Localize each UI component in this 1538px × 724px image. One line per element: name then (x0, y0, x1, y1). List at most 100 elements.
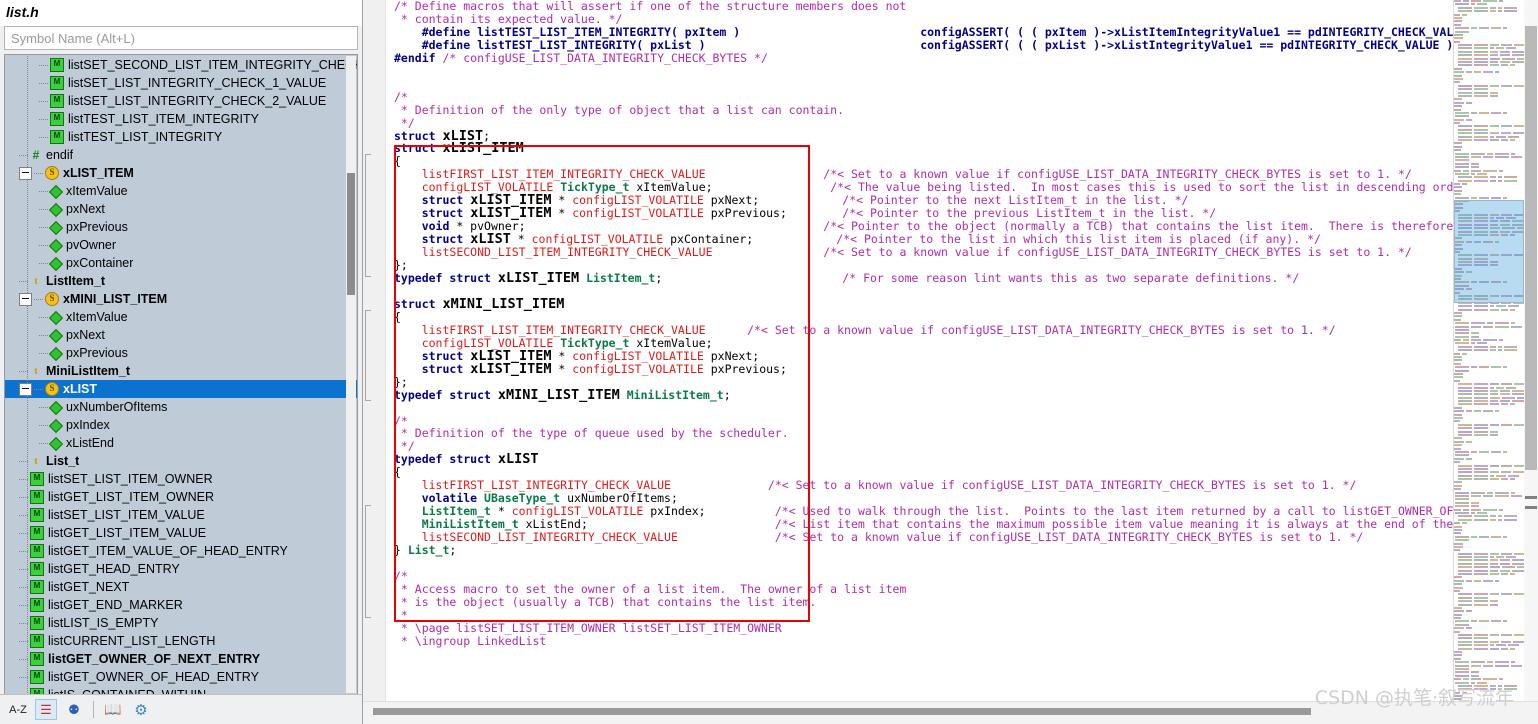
tree-guide-line (27, 488, 28, 506)
minimap-viewport-indicator[interactable] (1454, 200, 1524, 303)
settings-button[interactable]: ⚙ (130, 699, 152, 720)
tree-item-pxindex[interactable]: pxIndex (5, 416, 357, 434)
tree-item-list-t[interactable]: t List_t (5, 452, 357, 470)
tree-guide-line (27, 146, 28, 164)
tree-item-label: List_t (46, 454, 80, 468)
macro-icon: M (50, 58, 64, 72)
editor-hscrollbar-thumb[interactable] (373, 708, 1311, 715)
tree-connector (39, 136, 49, 138)
tree-item-listget-owner-of-next-entry[interactable]: MlistGET_OWNER_OF_NEXT_ENTRY (5, 650, 357, 668)
tree-collapse-icon[interactable] (19, 292, 32, 306)
tree-item-pvowner[interactable]: pvOwner (5, 236, 357, 254)
tree-item-listset-list-integrity-check-2-value[interactable]: MlistSET_LIST_INTEGRITY_CHECK_2_VALUE (5, 92, 357, 110)
tree-item-xlistend[interactable]: xListEnd (5, 434, 357, 452)
symbol-tree[interactable]: MlistSET_SECOND_LIST_ITEM_INTEGRITY_CHEC… (4, 54, 358, 694)
macro-icon: M (50, 130, 64, 144)
tree-item-label: ListItem_t (46, 274, 106, 288)
tree-item-listitem-t[interactable]: t ListItem_t (5, 272, 357, 290)
macro-icon: M (30, 580, 44, 594)
tree-collapse-icon[interactable] (19, 166, 32, 180)
fold-region-line[interactable] (365, 310, 366, 400)
tree-item-xitemvalue[interactable]: xItemValue (5, 308, 357, 326)
tree-item-pxprevious[interactable]: pxPrevious (5, 344, 357, 362)
tree-item-listset-second-list-item-integrity-check-v[interactable]: MlistSET_SECOND_LIST_ITEM_INTEGRITY_CHEC… (5, 56, 357, 74)
tree-guide-line (27, 470, 28, 488)
tree-item-label: listGET_LIST_ITEM_OWNER (48, 490, 214, 504)
symbol-search-input[interactable]: Symbol Name (Alt+L) (4, 26, 358, 50)
tree-item-label: xItemValue (66, 310, 128, 324)
tree-item-listset-list-integrity-check-1-value[interactable]: MlistSET_LIST_INTEGRITY_CHECK_1_VALUE (5, 74, 357, 92)
tree-item-listis-contained-within[interactable]: MlistIS_CONTAINED_WITHIN (5, 686, 357, 694)
tree-item-xmini-list-item[interactable]: SxMINI_LIST_ITEM (5, 290, 357, 308)
tree-connector (39, 64, 49, 66)
page-title: list.h (0, 0, 362, 26)
tree-guide-line (27, 596, 28, 614)
tree-item-listget-item-value-of-head-entry[interactable]: MlistGET_ITEM_VALUE_OF_HEAD_ENTRY (5, 542, 357, 560)
code-minimap[interactable] (1453, 0, 1524, 701)
documentation-icon: 📖 (104, 701, 122, 717)
tree-item-minilistitem-t[interactable]: t MiniListItem_t (5, 362, 357, 380)
tree-item-label: pxPrevious (66, 346, 128, 360)
tree-connector (39, 82, 49, 84)
tree-guide-line (27, 182, 28, 200)
tree-guide-line (27, 668, 28, 686)
tree-connector (39, 424, 49, 426)
source-code[interactable]: /* Define macros that will assert if one… (386, 0, 1538, 648)
documentation-button[interactable]: 📖 (102, 699, 124, 720)
macro-icon: M (50, 112, 64, 126)
tree-item-listget-end-marker[interactable]: MlistGET_END_MARKER (5, 596, 357, 614)
tree-item-pxnext[interactable]: pxNext (5, 200, 357, 218)
tree-item-label: MiniListItem_t (46, 364, 131, 378)
group-by-category-button[interactable]: ☰ (35, 699, 57, 720)
tree-item-listget-list-item-value[interactable]: MlistGET_LIST_ITEM_VALUE (5, 524, 357, 542)
tree-item-listcurrent-list-length[interactable]: MlistCURRENT_LIST_LENGTH (5, 632, 357, 650)
tree-guide-line (27, 614, 28, 632)
macro-icon: M (30, 562, 44, 576)
tree-item-pxprevious[interactable]: pxPrevious (5, 218, 357, 236)
sidebar-scrollbar-thumb[interactable] (347, 173, 355, 295)
macro-icon: M (30, 490, 44, 504)
tree-item-listget-owner-of-head-entry[interactable]: MlistGET_OWNER_OF_HEAD_ENTRY (5, 668, 357, 686)
sort-alphabetically-button[interactable]: A-Z (7, 699, 29, 720)
tree-item-listget-list-item-owner[interactable]: MlistGET_LIST_ITEM_OWNER (5, 488, 357, 506)
fold-gutter[interactable] (363, 0, 386, 701)
tree-connector (39, 406, 49, 408)
tree-item-listtest-list-integrity[interactable]: MlistTEST_LIST_INTEGRITY (5, 128, 357, 146)
code-viewport[interactable]: /* Define macros that will assert if one… (386, 0, 1538, 701)
tree-item-label: pxContainer (66, 256, 134, 270)
tree-item-xlist-item[interactable]: SxLIST_ITEM (5, 164, 357, 182)
tree-collapse-icon[interactable] (19, 382, 32, 396)
macro-icon: M (30, 670, 44, 684)
tree-item-label: endif (46, 148, 74, 162)
tree-guide-line (27, 308, 28, 326)
fold-region-line[interactable] (365, 154, 366, 276)
sort-alphabetically-icon: A-Z (9, 703, 27, 716)
fold-region-line[interactable] (365, 505, 366, 617)
tree-item-xlist[interactable]: SxLIST (5, 380, 357, 398)
tree-item-pxcontainer[interactable]: pxContainer (5, 254, 357, 272)
tree-item-uxnumberofitems[interactable]: uxNumberOfItems (5, 398, 357, 416)
tree-connector (39, 208, 49, 210)
tree-item-xitemvalue[interactable]: xItemValue (5, 182, 357, 200)
editor-scrollbar-thumb[interactable] (1525, 26, 1537, 470)
tree-item-listtest-list-item-integrity[interactable]: MlistTEST_LIST_ITEM_INTEGRITY (5, 110, 357, 128)
tree-guide-line (27, 524, 28, 542)
struct-icon: S (45, 382, 59, 396)
editor-vertical-scrollbar[interactable] (1524, 0, 1538, 701)
tree-item-label: listGET_LIST_ITEM_VALUE (48, 526, 207, 540)
tree-item-label: xMINI_LIST_ITEM (63, 292, 168, 306)
tree-item-listset-list-item-value[interactable]: MlistSET_LIST_ITEM_VALUE (5, 506, 357, 524)
editor-horizontal-scrollbar[interactable] (363, 701, 1538, 724)
sidebar-vertical-scrollbar[interactable] (346, 56, 356, 693)
tree-guide-line (27, 92, 28, 110)
tree-item-listget-head-entry[interactable]: MlistGET_HEAD_ENTRY (5, 560, 357, 578)
tree-item-endif[interactable]: # endif (5, 146, 357, 164)
tree-item-listlist-is-empty[interactable]: MlistLIST_IS_EMPTY (5, 614, 357, 632)
struct-icon: S (45, 292, 59, 306)
field-icon (50, 419, 62, 431)
tree-item-listget-next[interactable]: MlistGET_NEXT (5, 578, 357, 596)
tree-item-listset-list-item-owner[interactable]: MlistSET_LIST_ITEM_OWNER (5, 470, 357, 488)
tree-item-label: listSET_LIST_INTEGRITY_CHECK_1_VALUE (68, 76, 327, 90)
tree-item-pxnext[interactable]: pxNext (5, 326, 357, 344)
filter-members-button[interactable]: ⚉ (63, 699, 85, 720)
